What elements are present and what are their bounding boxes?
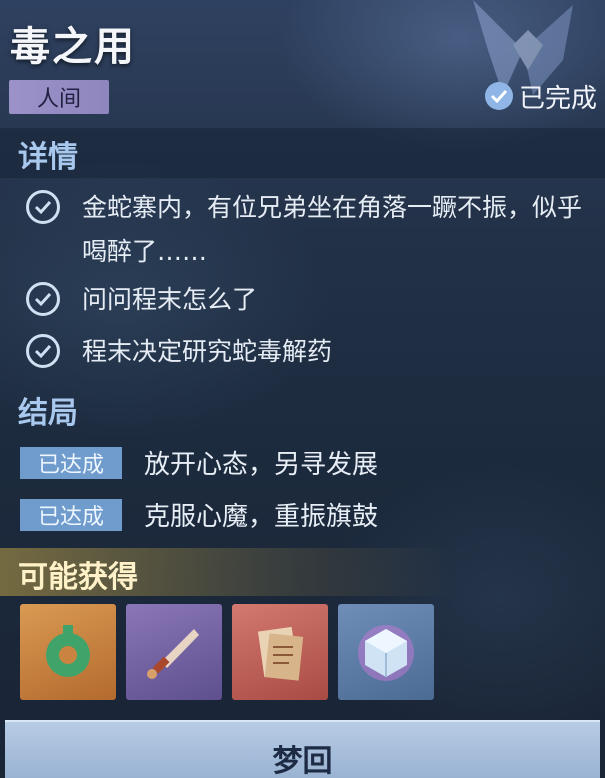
completed-check-icon [484, 82, 513, 110]
scroll-book-icon [257, 626, 304, 681]
status-indicator: 已完成 [484, 78, 597, 114]
realm-tag: 人间 [9, 80, 109, 114]
ending-text: 克服心魔，重振旗鼓 [144, 502, 379, 532]
jade-ring-icon [46, 625, 90, 677]
crystal-cube-icon [358, 625, 414, 681]
check-circle-icon [26, 282, 60, 316]
reward-item-crystal-cube[interactable] [338, 604, 434, 700]
reward-item-scroll-book[interactable] [232, 604, 328, 700]
task-item: 金蛇寨内，有位兄弟坐在角落一蹶不振，似乎喝醉了…… [26, 186, 602, 274]
dream-return-button[interactable]: 梦回 [5, 720, 600, 778]
details-heading: 详情 [18, 140, 78, 175]
check-circle-icon [26, 334, 60, 368]
dagger-icon [147, 629, 199, 679]
rewards-heading: 可能获得 [18, 560, 138, 595]
reward-item-dagger[interactable] [126, 604, 222, 700]
achieved-badge: 已达成 [20, 446, 122, 479]
task-text: 金蛇寨内，有位兄弟坐在角落一蹶不振，似乎喝醉了…… [82, 193, 583, 266]
status-label: 已完成 [518, 83, 597, 114]
dream-return-label: 梦回 [272, 744, 333, 778]
task-item: 程末决定研究蛇毒解药 [26, 330, 602, 374]
ending-text: 放开心态，另寻发展 [144, 450, 379, 480]
reward-item-jade-ring[interactable] [20, 604, 116, 700]
details-header-band [0, 128, 605, 178]
endings-heading: 结局 [18, 396, 78, 431]
task-text: 问问程末怎么了 [82, 285, 258, 314]
task-item: 问问程末怎么了 [26, 278, 602, 322]
ending-row: 已达成 放开心态，另寻发展 [20, 444, 378, 481]
check-circle-icon [26, 190, 60, 224]
task-text: 程末决定研究蛇毒解药 [82, 337, 333, 366]
quest-title: 毒之用 [10, 23, 136, 70]
ending-row: 已达成 克服心魔，重振旗鼓 [20, 496, 378, 533]
achieved-badge: 已达成 [20, 498, 122, 531]
